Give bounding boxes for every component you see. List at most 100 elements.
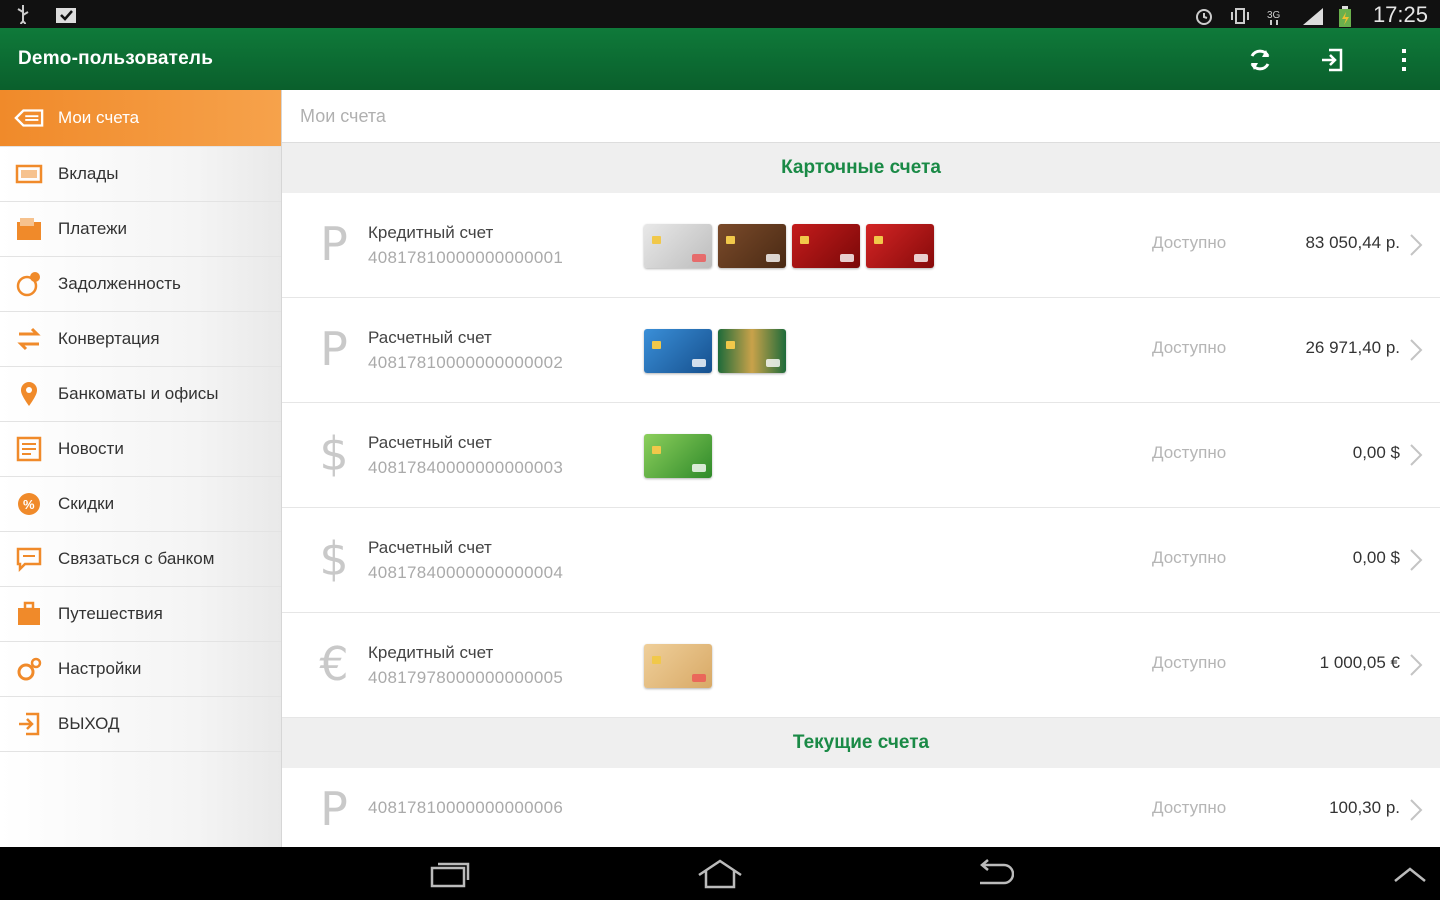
section-title-current-accounts: Текущие счета [282,718,1440,768]
account-row[interactable]: $ Расчетный счет 40817840000000000004 До… [282,508,1440,613]
chevron-right-icon [1406,546,1426,574]
sidebar-item-label: Вклады [58,164,119,183]
menu-up-button[interactable] [1380,855,1440,893]
sidebar-item-label: Связаться с банком [58,549,215,568]
account-number: 40817978000000000005 [368,668,564,687]
card-image[interactable] [644,434,712,478]
sidebar-item-news[interactable]: Новости [0,422,281,477]
alarm-icon [1193,6,1215,25]
available-label: Доступно [1152,338,1227,357]
sidebar-item-settings[interactable]: Настройки [0,642,281,697]
sidebar-item-payments[interactable]: Платежи [0,202,281,257]
account-name: Расчетный счет [368,433,492,452]
recent-apps-button[interactable] [420,855,480,893]
account-row[interactable]: Р Расчетный счет 40817810000000000002 До… [282,298,1440,403]
sidebar-item-label: Мои счета [58,108,140,127]
suitcase-icon [14,599,44,629]
wallet-icon [14,103,44,133]
more-vertical-icon [1402,49,1406,71]
chevron-up-icon [1394,867,1426,882]
account-name: Расчетный счет [368,328,492,347]
ruble-icon: Р [320,217,348,271]
card-image[interactable] [644,329,712,373]
app-title: Demo-пользователь [18,48,214,69]
refresh-icon [1250,49,1270,71]
sidebar-item-logout[interactable]: ВЫХОД [0,697,281,752]
overflow-menu-button[interactable] [1384,40,1424,80]
account-row[interactable]: Р 40817810000000000006 Доступно 100,30 р… [282,768,1440,851]
sidebar-item-deposits[interactable]: Вклады [0,147,281,202]
account-amount: 100,30 р. [1329,798,1400,817]
account-row[interactable]: $ Расчетный счет 40817840000000000003 До… [282,403,1440,508]
section-title-card-accounts: Карточные счета [282,143,1440,193]
sidebar-item-debt[interactable]: Задолженность [0,257,281,312]
sidebar-item-label: Новости [58,439,124,458]
svg-text:3G: 3G [1267,10,1281,21]
sidebar-item-conversion[interactable]: Конвертация [0,312,281,367]
sidebar-item-label: Банкоматы и офисы [58,384,219,403]
dollar-icon: $ [319,427,349,481]
refresh-button[interactable] [1240,40,1280,80]
sidebar-item-label: Настройки [58,659,142,678]
chevron-right-icon [1406,231,1426,259]
sidebar-item-label: Задолженность [58,274,181,293]
chevron-right-icon [1406,651,1426,679]
signal-icon [1301,6,1323,25]
home-icon [698,859,742,889]
debt-icon [14,269,44,299]
account-number: 40817810000000000006 [368,798,564,817]
card-thumbnails [644,644,712,688]
network-3g-icon: 3G [1265,6,1287,25]
available-label: Доступно [1152,798,1227,817]
chevron-right-icon [1406,796,1426,824]
exchange-icon [14,324,44,354]
euro-icon: € [319,637,349,691]
payments-icon [14,214,44,244]
ruble-icon: Р [320,322,348,376]
sidebar-item-atms-offices[interactable]: Банкоматы и офисы [0,367,281,422]
recent-apps-icon [430,862,470,888]
sidebar-item-contact-bank[interactable]: Связаться с банком [0,532,281,587]
main-content: Мои счета Карточные счета Р Кредитный сч… [282,90,1440,851]
card-image[interactable] [866,224,934,268]
sidebar-item-label: Платежи [58,219,127,238]
account-amount: 0,00 $ [1352,443,1400,462]
account-number: 40817810000000000002 [368,353,564,372]
sidebar-item-discounts[interactable]: % Скидки [0,477,281,532]
back-button[interactable] [962,855,1022,893]
sidebar-item-label: Путешествия [58,604,163,623]
chevron-right-icon [1406,441,1426,469]
chevron-right-icon [1406,336,1426,364]
card-image[interactable] [644,224,712,268]
chat-icon [14,544,44,574]
card-image[interactable] [792,224,860,268]
card-thumbnails [644,329,786,373]
sidebar-item-my-accounts[interactable]: Мои счета [0,90,281,147]
discount-icon: % [14,489,44,519]
account-row[interactable]: € Кредитный счет 40817978000000000005 До… [282,613,1440,718]
account-number: 40817840000000000003 [368,458,564,477]
sidebar-item-travel[interactable]: Путешествия [0,587,281,642]
usb-icon [14,4,36,27]
login-button[interactable] [1312,40,1352,80]
svg-text:%: % [23,497,35,512]
account-name: Расчетный счет [368,538,492,557]
vibrate-icon [1229,6,1251,24]
settings-icon [14,654,44,684]
navigation-bar [0,847,1440,900]
account-number: 40817840000000000004 [368,563,564,582]
card-image[interactable] [718,329,786,373]
battery-icon [1337,6,1359,27]
account-row[interactable]: Р Кредитный счет 40817810000000000001 До… [282,193,1440,298]
account-amount: 83 050,44 р. [1305,233,1400,252]
account-amount: 1 000,05 € [1319,653,1400,672]
sidebar-item-label: ВЫХОД [58,714,120,733]
home-button[interactable] [690,855,750,893]
ruble-icon: Р [320,782,348,836]
card-image[interactable] [644,644,712,688]
sidebar-item-label: Конвертация [58,329,160,348]
account-name: Кредитный счет [368,643,494,662]
download-complete-icon [54,4,76,23]
card-image[interactable] [718,224,786,268]
login-icon [1322,48,1343,72]
